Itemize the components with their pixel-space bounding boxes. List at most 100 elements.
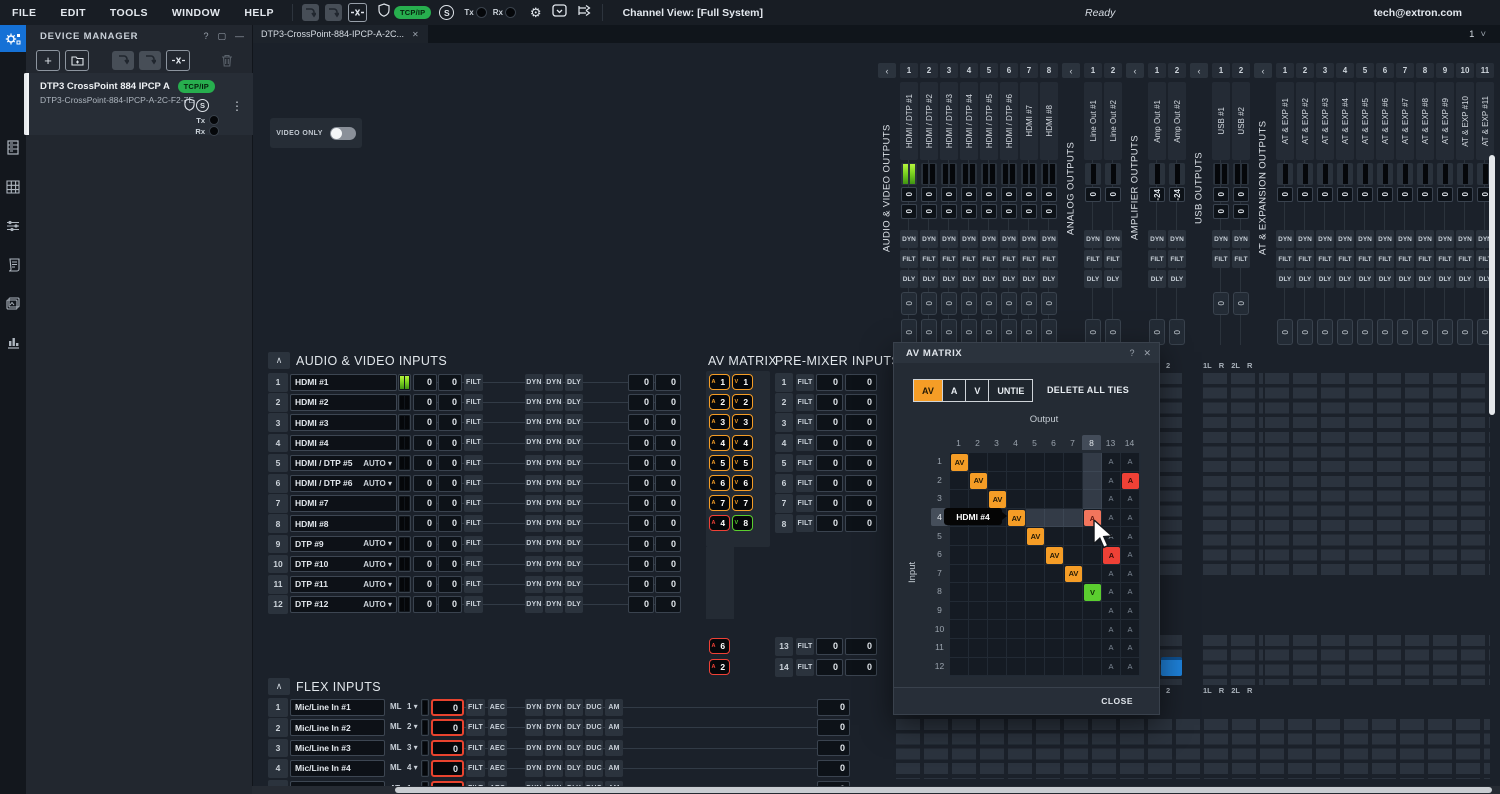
dsp-block[interactable]: DYN	[525, 394, 543, 411]
dsp-block[interactable]: DLY	[960, 270, 978, 288]
matrix-cell[interactable]	[1064, 602, 1083, 621]
matrix-cell[interactable]	[1045, 620, 1064, 639]
input-channel-select[interactable]: 4 ▾	[407, 760, 418, 777]
input-channel-select[interactable]: 1 ▾	[407, 699, 418, 716]
dsp-block[interactable]: DYN	[525, 596, 543, 613]
matrix-cell[interactable]	[950, 602, 969, 621]
output-number[interactable]: 9	[1436, 63, 1454, 78]
matrix-cell[interactable]: A	[1121, 509, 1140, 528]
minimize-icon[interactable]: —	[235, 31, 244, 41]
matrix-tie-av[interactable]: AV	[989, 491, 1006, 508]
matrix-cell[interactable]	[1083, 602, 1102, 621]
tie-badge-v[interactable]: V2	[732, 394, 753, 410]
gain-field[interactable]: 0	[628, 556, 654, 573]
disconnect-icon[interactable]	[348, 3, 367, 22]
dsp-block[interactable]: DLY	[565, 475, 583, 492]
dsp-block[interactable]: DLY	[1416, 270, 1434, 288]
matrix-cell[interactable]: A	[1102, 453, 1121, 472]
output-number[interactable]: 11	[1476, 63, 1494, 78]
matrix-row-header[interactable]: 7	[931, 564, 948, 583]
gain-field[interactable]: 0	[413, 576, 437, 593]
tie-badge-v[interactable]: V6	[732, 475, 753, 491]
output-number[interactable]: 8	[1416, 63, 1434, 78]
gain-field[interactable]: 0	[413, 536, 437, 553]
dsp-block[interactable]: DLY	[565, 435, 583, 452]
input-type-label[interactable]: ML	[390, 699, 402, 716]
output-gain-field[interactable]: 0	[981, 187, 997, 202]
mix-send-field[interactable]: 0	[1169, 319, 1185, 345]
connect-all-devices-icon[interactable]	[139, 51, 161, 70]
gain-field[interactable]: 0	[438, 394, 462, 411]
input-name-field[interactable]: HDMI #3	[290, 414, 397, 431]
dsp-block[interactable]: DYN	[545, 455, 563, 472]
filter-block[interactable]: FILT	[796, 495, 814, 512]
matrix-cell[interactable]: A	[1121, 602, 1140, 621]
output-gain-field[interactable]: 0	[961, 204, 977, 219]
gain-field[interactable]: 0	[816, 435, 843, 452]
mode-button-av[interactable]: AV	[914, 380, 942, 401]
dsp-block[interactable]: DUC	[585, 719, 603, 736]
collapse-left-icon[interactable]: ‹	[1126, 63, 1144, 78]
matrix-cell[interactable]	[950, 565, 969, 584]
gain-field[interactable]: 0	[413, 394, 437, 411]
pre-block[interactable]: FILT	[466, 719, 485, 736]
dsp-block[interactable]: DLY	[565, 596, 583, 613]
input-format-select[interactable]: AUTO ▾	[363, 580, 392, 589]
filter-block[interactable]: FILT	[796, 659, 814, 676]
mic-gain-field[interactable]: 0	[431, 740, 464, 757]
dsp-block[interactable]: FILT	[1296, 250, 1314, 268]
gain-field[interactable]: 0	[628, 515, 654, 532]
matrix-cell[interactable]: A	[1102, 620, 1121, 639]
gain-field[interactable]: 0	[845, 495, 877, 512]
filter-block[interactable]: FILT	[796, 435, 814, 452]
input-name-field[interactable]: Mic/Line In #4	[290, 760, 385, 777]
gain-field[interactable]: 0	[655, 515, 681, 532]
dsp-block[interactable]: FILT	[1212, 250, 1230, 268]
matrix-cell[interactable]	[950, 527, 969, 546]
gain-field[interactable]: 0	[413, 414, 437, 431]
dsp-block[interactable]: DLY	[1336, 270, 1354, 288]
filter-block[interactable]: FILT	[464, 394, 483, 411]
dsp-block[interactable]: DYN	[525, 740, 543, 757]
dsp-block[interactable]: DYN	[525, 760, 543, 777]
dsp-block[interactable]: DYN	[545, 760, 563, 777]
input-number[interactable]: 8	[268, 514, 288, 533]
device-list-item[interactable]: DTP3 CrossPoint 884 IPCP A DTP3-CrossPoi…	[26, 73, 253, 135]
gain-field[interactable]: 0	[845, 414, 877, 431]
output-gain-field[interactable]: 0	[1001, 204, 1017, 219]
dsp-block[interactable]: FILT	[1020, 250, 1038, 268]
output-gain-field[interactable]: 0	[1277, 187, 1293, 202]
matrix-row-header[interactable]: 2	[931, 471, 948, 490]
matrix-cell[interactable]	[969, 602, 988, 621]
output-number[interactable]: 2	[1296, 63, 1314, 78]
output-gain-field[interactable]: 0	[1213, 204, 1229, 219]
gain-field[interactable]: 0	[655, 475, 681, 492]
output-name-field[interactable]: HDMI / DTP #3	[940, 82, 958, 160]
mix-send-field[interactable]: 0	[1041, 292, 1057, 315]
mix-matrix-grid[interactable]	[1203, 373, 1263, 579]
gain-field[interactable]: 0	[845, 435, 877, 452]
input-name-field[interactable]: Mic/Line In #3	[290, 740, 385, 757]
collapse-icon[interactable]: ∧	[268, 352, 290, 369]
matrix-cell[interactable]	[1026, 453, 1045, 472]
matrix-col-header[interactable]: 1	[949, 435, 968, 450]
tie-badge-a[interactable]: A2	[709, 659, 730, 675]
dsp-block[interactable]: DYN	[545, 740, 563, 757]
mix-matrix-grid[interactable]	[1265, 635, 1490, 685]
matrix-cell[interactable]	[950, 620, 969, 639]
output-number[interactable]: 2	[1232, 63, 1250, 78]
output-name-field[interactable]: HDMI / DTP #4	[960, 82, 978, 160]
dsp-block[interactable]: FILT	[1104, 250, 1122, 268]
dsp-block[interactable]: FILT	[1316, 250, 1334, 268]
dsp-block[interactable]: DYN	[1020, 230, 1038, 248]
input-number[interactable]: 12	[268, 595, 288, 614]
dsp-block[interactable]: DYN	[1212, 230, 1230, 248]
collapse-left-icon[interactable]: ‹	[1190, 63, 1208, 78]
vertical-scrollbar[interactable]	[1489, 155, 1495, 415]
connect-device-icon[interactable]	[112, 51, 134, 70]
dsp-block[interactable]: DLY	[1456, 270, 1474, 288]
matrix-tie-av[interactable]: AV	[951, 454, 968, 471]
mix-send-field[interactable]: 0	[1377, 319, 1393, 345]
input-number[interactable]: 2	[268, 393, 288, 412]
tie-badge-a[interactable]: A4	[709, 435, 730, 451]
